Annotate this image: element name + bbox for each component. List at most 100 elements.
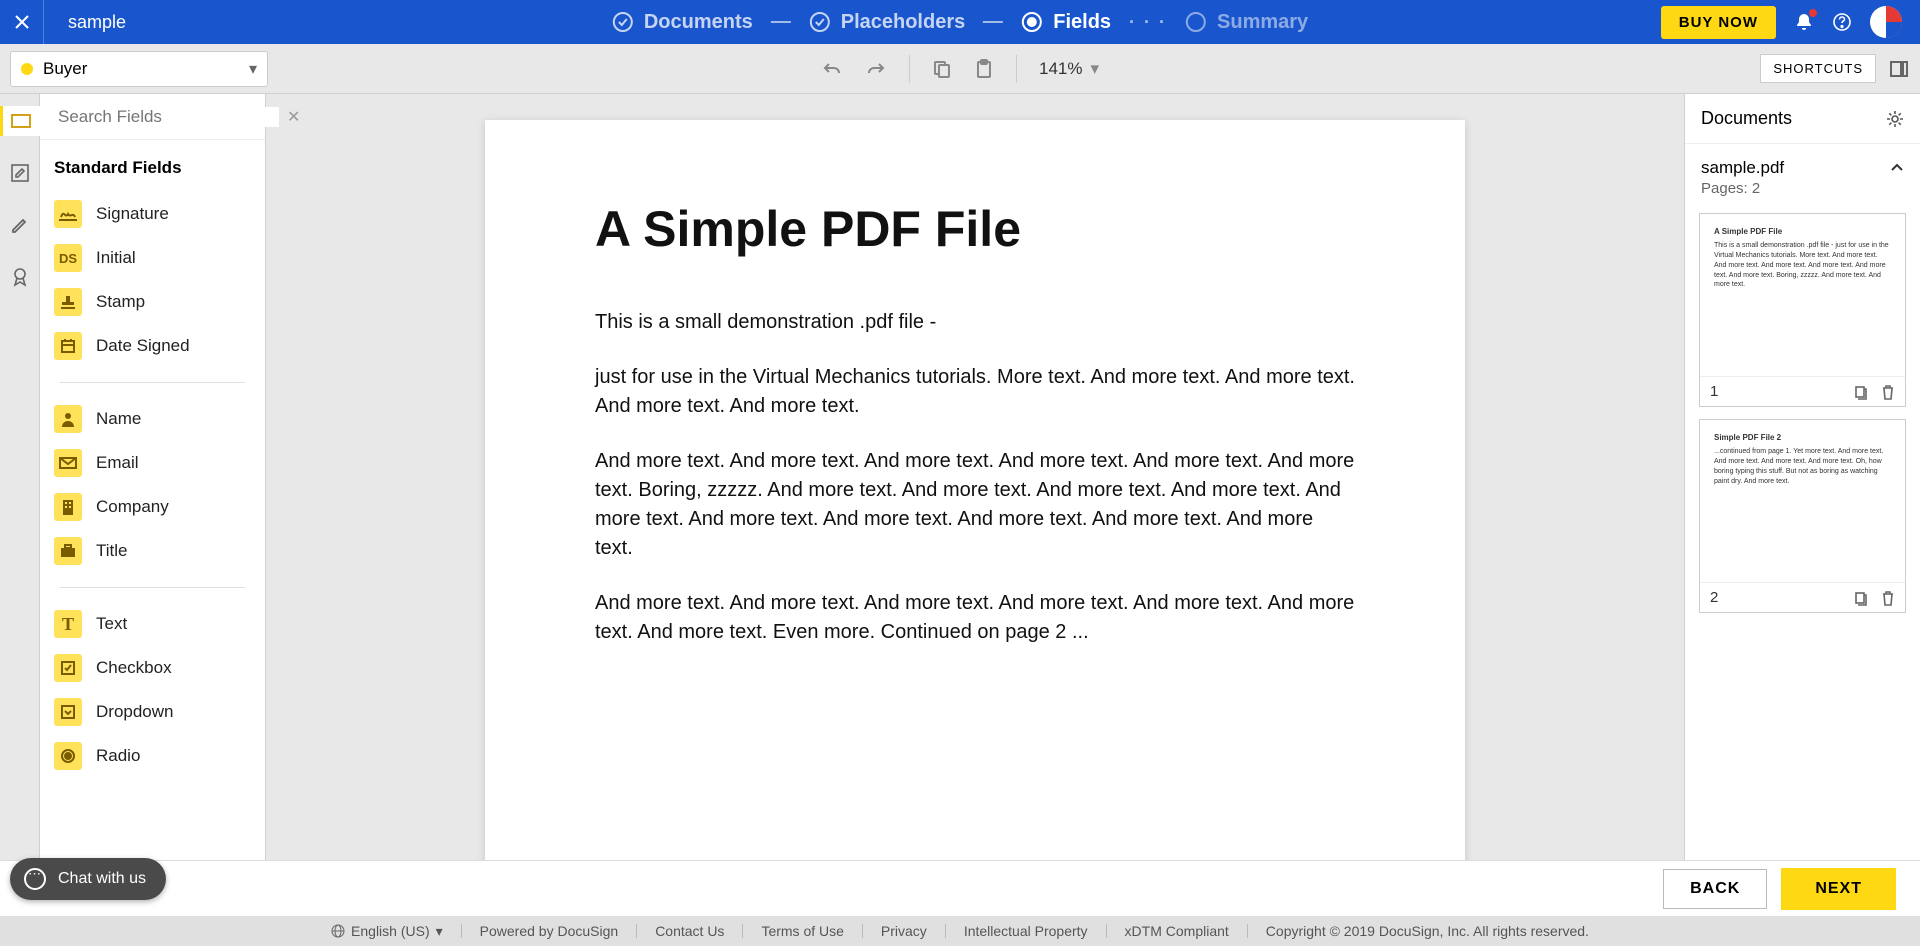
user-avatar[interactable] bbox=[1870, 6, 1902, 38]
recipient-dropdown[interactable]: Buyer ▾ bbox=[10, 51, 268, 87]
thumbnail-preview: A Simple PDF File This is a small demons… bbox=[1700, 214, 1905, 376]
field-label: Text bbox=[96, 614, 127, 634]
notification-dot bbox=[1809, 9, 1817, 17]
pencil-icon bbox=[11, 216, 29, 234]
top-bar: sample Documents Placeholders Fields · ·… bbox=[0, 0, 1920, 44]
step-summary[interactable]: Summary bbox=[1185, 11, 1308, 34]
search-fields-row: ✕ bbox=[40, 94, 265, 140]
signature-icon bbox=[54, 200, 82, 228]
briefcase-icon bbox=[54, 537, 82, 565]
field-dropdown[interactable]: Dropdown bbox=[54, 690, 251, 734]
chevron-down-icon: ▾ bbox=[436, 923, 443, 940]
document-page-count: Pages: 2 bbox=[1701, 180, 1904, 197]
footer-separator bbox=[945, 924, 946, 938]
document-canvas[interactable]: A Simple PDF File This is a small demons… bbox=[266, 94, 1684, 860]
undo-button[interactable] bbox=[821, 58, 843, 80]
search-fields-input[interactable] bbox=[58, 107, 279, 127]
step-divider bbox=[771, 21, 791, 23]
footer-terms-link[interactable]: Terms of Use bbox=[761, 923, 843, 939]
buy-now-button[interactable]: BUY NOW bbox=[1661, 6, 1776, 39]
calendar-icon bbox=[54, 332, 82, 360]
footer-separator bbox=[636, 924, 637, 938]
field-text[interactable]: TText bbox=[54, 602, 251, 646]
duplicate-icon bbox=[1853, 590, 1869, 606]
paste-button[interactable] bbox=[974, 59, 994, 79]
step-label: Placeholders bbox=[841, 11, 966, 34]
step-label: Summary bbox=[1217, 11, 1308, 34]
field-radio[interactable]: Radio bbox=[54, 734, 251, 778]
check-circle-icon bbox=[612, 11, 634, 33]
person-icon bbox=[54, 405, 82, 433]
standard-fields-tab[interactable] bbox=[0, 106, 40, 136]
shortcuts-button[interactable]: SHORTCUTS bbox=[1760, 54, 1876, 83]
field-name[interactable]: Name bbox=[54, 397, 251, 441]
zoom-dropdown[interactable]: 141% ▾ bbox=[1039, 59, 1099, 79]
checkbox-icon bbox=[54, 654, 82, 682]
back-button[interactable]: BACK bbox=[1663, 869, 1767, 909]
help-button[interactable] bbox=[1832, 12, 1852, 32]
field-title[interactable]: Title bbox=[54, 529, 251, 573]
close-button[interactable] bbox=[0, 0, 44, 44]
field-divider bbox=[60, 587, 245, 588]
page-thumbnail-2[interactable]: Simple PDF File 2 ...continued from page… bbox=[1699, 419, 1906, 613]
document-page-1[interactable]: A Simple PDF File This is a small demons… bbox=[485, 120, 1465, 860]
field-date-signed[interactable]: Date Signed bbox=[54, 324, 251, 368]
undo-icon bbox=[821, 58, 843, 80]
step-fields[interactable]: Fields bbox=[1021, 11, 1111, 34]
page-thumbnail-1[interactable]: A Simple PDF File This is a small demons… bbox=[1699, 213, 1906, 407]
redo-button[interactable] bbox=[865, 58, 887, 80]
pen-square-icon bbox=[10, 163, 30, 183]
footer-privacy-link[interactable]: Privacy bbox=[881, 923, 927, 939]
field-initial[interactable]: DSInitial bbox=[54, 236, 251, 280]
copy-button[interactable] bbox=[932, 59, 952, 79]
delete-page-button[interactable] bbox=[1881, 590, 1895, 606]
panels-toggle-button[interactable] bbox=[1888, 58, 1910, 80]
next-button[interactable]: NEXT bbox=[1781, 868, 1896, 910]
delete-page-button[interactable] bbox=[1881, 384, 1895, 400]
thumbnail-footer: 2 bbox=[1700, 582, 1905, 612]
ribbon-icon bbox=[11, 267, 29, 287]
custom-fields-tab[interactable] bbox=[0, 158, 40, 188]
step-placeholders[interactable]: Placeholders bbox=[809, 11, 966, 34]
footer-contact-link[interactable]: Contact Us bbox=[655, 923, 724, 939]
field-checkbox[interactable]: Checkbox bbox=[54, 646, 251, 690]
fields-list[interactable]: Standard Fields Signature DSInitial Stam… bbox=[40, 140, 265, 860]
doc-paragraph: This is a small demonstration .pdf file … bbox=[595, 308, 1355, 337]
building-icon bbox=[54, 493, 82, 521]
initial-icon: DS bbox=[54, 244, 82, 272]
rectangle-icon bbox=[11, 114, 31, 128]
stamp-icon bbox=[54, 288, 82, 316]
paste-icon bbox=[974, 59, 994, 79]
field-email[interactable]: Email bbox=[54, 441, 251, 485]
notifications-button[interactable] bbox=[1794, 12, 1814, 32]
footer-xdtm-link[interactable]: xDTM Compliant bbox=[1125, 923, 1229, 939]
duplicate-page-button[interactable] bbox=[1853, 384, 1869, 400]
field-label: Signature bbox=[96, 204, 169, 224]
collapse-document-button[interactable] bbox=[1890, 163, 1904, 173]
field-label: Radio bbox=[96, 746, 140, 766]
trash-icon bbox=[1881, 590, 1895, 606]
chevron-up-icon bbox=[1890, 163, 1904, 173]
chat-widget[interactable]: Chat with us bbox=[10, 858, 166, 900]
field-stamp[interactable]: Stamp bbox=[54, 280, 251, 324]
documents-settings-button[interactable] bbox=[1886, 110, 1904, 128]
field-label: Stamp bbox=[96, 292, 145, 312]
empty-circle-icon bbox=[1185, 11, 1207, 33]
field-company[interactable]: Company bbox=[54, 485, 251, 529]
language-selector[interactable]: English (US) ▾ bbox=[331, 923, 443, 940]
document-filename: sample.pdf bbox=[1701, 158, 1784, 178]
topbar-right: BUY NOW bbox=[1661, 6, 1920, 39]
step-documents[interactable]: Documents bbox=[612, 11, 753, 34]
copy-icon bbox=[932, 59, 952, 79]
duplicate-page-button[interactable] bbox=[1853, 590, 1869, 606]
field-label: Date Signed bbox=[96, 336, 190, 356]
dropdown-icon bbox=[54, 698, 82, 726]
edit-tab[interactable] bbox=[0, 210, 40, 240]
step-divider bbox=[983, 21, 1003, 23]
seal-tab[interactable] bbox=[0, 262, 40, 292]
chat-icon bbox=[24, 868, 46, 890]
workflow-steps: Documents Placeholders Fields · · · Summ… bbox=[612, 11, 1308, 34]
recipient-color-chip bbox=[21, 63, 33, 75]
footer-ip-link[interactable]: Intellectual Property bbox=[964, 923, 1088, 939]
field-signature[interactable]: Signature bbox=[54, 192, 251, 236]
